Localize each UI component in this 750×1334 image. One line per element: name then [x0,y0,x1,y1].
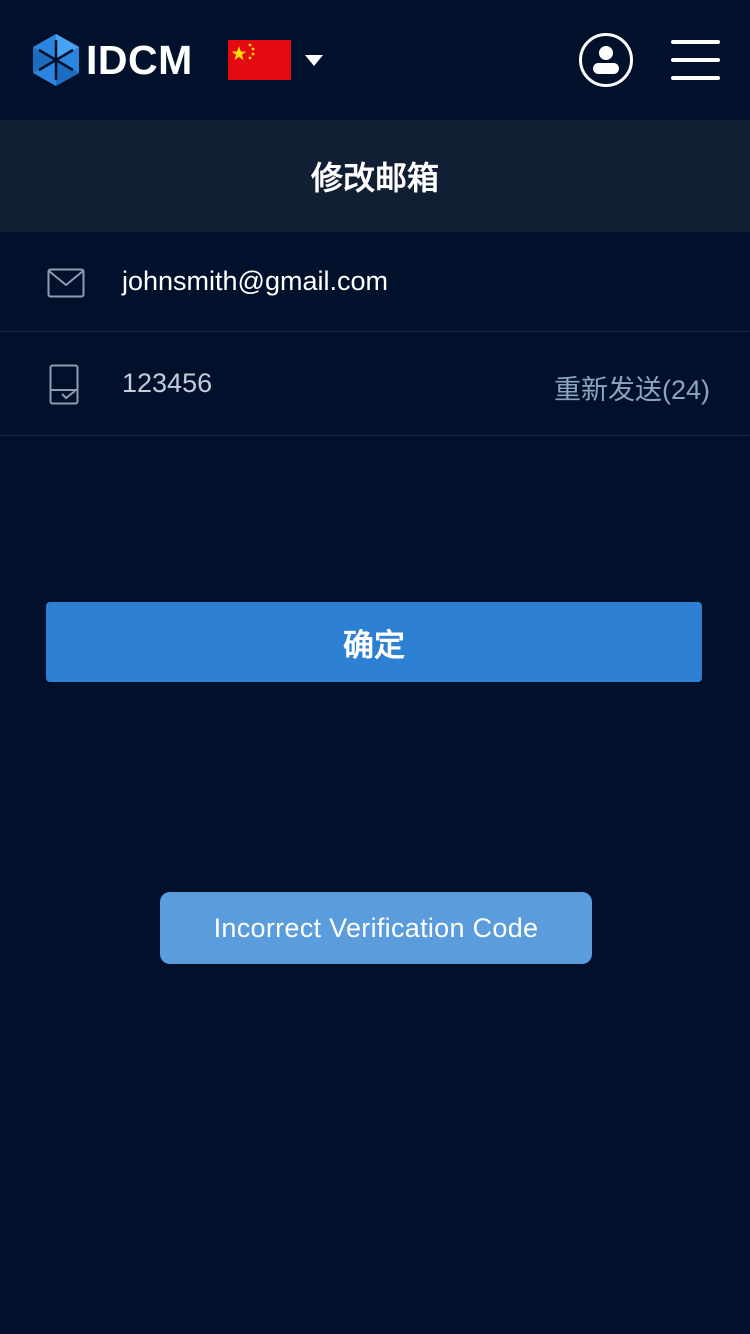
china-flag-icon[interactable] [228,40,291,80]
brand-name: IDCM [86,37,193,83]
confirm-button[interactable]: 确定 [46,602,702,682]
top-navigation-bar: IDCM [0,0,750,120]
user-account-icon [593,46,619,74]
email-field[interactable]: johnsmith@gmail.com [0,232,750,332]
hamburger-menu-icon[interactable] [671,40,720,80]
user-account-button[interactable] [579,33,633,87]
resend-code-button[interactable]: 重新发送(24) [554,368,710,407]
verification-code-icon [49,364,79,405]
verification-code-input[interactable]: 123456 [122,368,212,399]
caret-down-icon[interactable] [305,55,323,66]
verification-code-field[interactable]: 123456 重新发送(24) [0,332,750,436]
idcm-logo-icon[interactable] [33,34,79,86]
email-value[interactable]: johnsmith@gmail.com [122,266,388,297]
page-title: 修改邮箱 [0,120,750,232]
error-toast: Incorrect Verification Code [160,892,592,964]
envelope-icon [47,268,85,298]
